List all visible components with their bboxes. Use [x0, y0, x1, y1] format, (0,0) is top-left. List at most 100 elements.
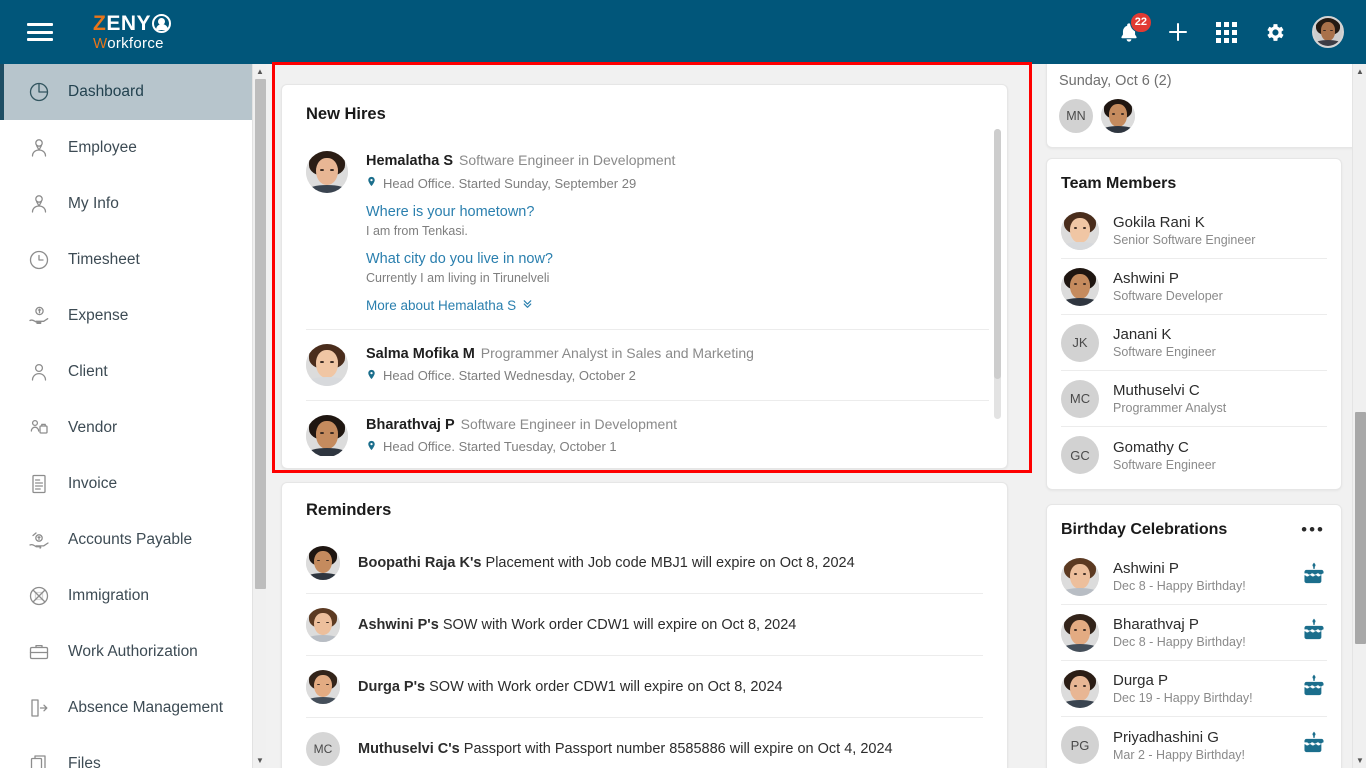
- presence-card: Sunday, Oct 6 (2) MN: [1046, 64, 1352, 148]
- new-hires-list: Hemalatha S Software Engineer in Developm…: [282, 137, 1007, 456]
- sidebar-item-dashboard[interactable]: Dashboard: [0, 64, 252, 120]
- team-member-name: Gokila Rani K: [1113, 214, 1205, 231]
- hamburger-menu-icon[interactable]: [27, 23, 53, 41]
- team-member-row[interactable]: MC Muthuselvi C Programmer Analyst: [1061, 371, 1327, 427]
- team-member-name: Ashwini P: [1113, 270, 1179, 287]
- sidebar-item-employee[interactable]: Employee: [0, 120, 252, 176]
- sidebar-item-label: Accounts Payable: [68, 531, 193, 548]
- top-header-bar: Z ENY Workforce 22: [0, 0, 1366, 64]
- sidebar-item-accounts-payable[interactable]: Accounts Payable: [0, 512, 252, 568]
- expense-hand-icon: [26, 303, 52, 329]
- more-options-icon[interactable]: •••: [1301, 521, 1325, 538]
- right-widgets-sidebar: Sunday, Oct 6 (2) MN Team Members Gokila…: [1036, 64, 1352, 768]
- birthday-avatar: [1061, 613, 1099, 652]
- new-hire-name[interactable]: Salma Mofika M: [366, 346, 475, 362]
- vendor-icon: [26, 415, 52, 441]
- files-icon: [26, 751, 52, 768]
- birthday-row[interactable]: PG Priyadhashini G Mar 2 - Happy Birthday!: [1061, 717, 1327, 768]
- new-hire-meta: Head Office. Started Wednesday, October …: [383, 368, 636, 383]
- sidebar-item-vendor[interactable]: Vendor: [0, 400, 252, 456]
- sidebar-item-absence-management[interactable]: Absence Management: [0, 680, 252, 736]
- team-member-avatar: JK: [1061, 323, 1099, 362]
- reminder-avatar: MC: [306, 731, 340, 766]
- new-hires-inner-scrollbar[interactable]: [994, 129, 1001, 419]
- team-member-avatar: [1061, 267, 1099, 306]
- team-member-row[interactable]: JK Janani K Software Engineer: [1061, 315, 1327, 371]
- team-member-row[interactable]: Ashwini P Software Developer: [1061, 259, 1327, 315]
- reminder-row[interactable]: MC Muthuselvi C's Passport with Passport …: [306, 718, 983, 768]
- pie-chart-icon: [26, 79, 52, 105]
- birthday-avatar: [1061, 557, 1099, 596]
- sidebar-item-label: Invoice: [68, 475, 118, 492]
- notifications-bell-icon[interactable]: 22: [1118, 11, 1152, 44]
- sidebar-item-immigration[interactable]: Immigration: [0, 568, 252, 624]
- sidebar-scroll-down-arrow[interactable]: ▼: [253, 753, 267, 768]
- add-plus-icon[interactable]: [1166, 20, 1190, 44]
- sidebar-item-label: My Info: [68, 195, 119, 212]
- presence-avatar-group: MN: [1047, 89, 1352, 147]
- birthday-row[interactable]: Bharathvaj P Dec 8 - Happy Birthday!: [1061, 605, 1327, 661]
- birthday-row[interactable]: Durga P Dec 19 - Happy Birthday!: [1061, 661, 1327, 717]
- reminder-detail: SOW with Work order CDW1 will expire on …: [442, 616, 797, 633]
- birthday-title: Birthday Celebrations: [1061, 521, 1228, 538]
- new-hire-meta: Head Office. Started Tuesday, October 1: [383, 439, 617, 454]
- presence-avatar[interactable]: [1101, 99, 1135, 133]
- new-hire-question[interactable]: What city do you live in now?: [366, 251, 989, 267]
- new-hire-row[interactable]: Bharathvaj P Software Engineer in Develop…: [306, 399, 989, 456]
- reminder-detail: Placement with Job code MBJ1 will expire…: [485, 554, 855, 571]
- sidebar-item-my-info[interactable]: My Info: [0, 176, 252, 232]
- main-navigation-sidebar[interactable]: Dashboard Employee My Info Timesheet Expense…: [0, 64, 252, 768]
- brand-letters-orkforce: orkforce: [107, 35, 164, 52]
- sidebar-item-client[interactable]: Client: [0, 344, 252, 400]
- new-hire-question[interactable]: Where is your hometown?: [366, 204, 989, 220]
- reminders-list: Boopathi Raja K's Placement with Job cod…: [282, 532, 1007, 768]
- right-scroll-up-arrow[interactable]: ▲: [1353, 64, 1366, 79]
- team-member-row[interactable]: Gokila Rani K Senior Software Engineer: [1061, 203, 1327, 259]
- sidebar-item-label: Work Authorization: [68, 643, 198, 660]
- team-members-title: Team Members: [1061, 175, 1177, 192]
- brand-name-primary: Z ENY: [93, 13, 172, 34]
- new-hire-avatar: [306, 151, 348, 193]
- my-info-icon: [26, 191, 52, 217]
- birthday-name: Bharathvaj P: [1113, 616, 1199, 633]
- sidebar-item-work-authorization[interactable]: Work Authorization: [0, 624, 252, 680]
- settings-gear-icon[interactable]: [1263, 21, 1286, 44]
- sidebar-scroll-up-arrow[interactable]: ▲: [253, 64, 267, 79]
- sidebar-scroll-thumb[interactable]: [255, 79, 266, 589]
- new-hire-name[interactable]: Bharathvaj P: [366, 417, 455, 433]
- new-hire-row[interactable]: Hemalatha S Software Engineer in Developm…: [306, 137, 989, 329]
- team-member-row[interactable]: GC Gomathy C Software Engineer: [1061, 427, 1327, 483]
- team-member-role: Programmer Analyst: [1113, 401, 1227, 415]
- sidebar-item-invoice[interactable]: Invoice: [0, 456, 252, 512]
- header-actions: 22: [1118, 11, 1344, 48]
- team-member-avatar: MC: [1061, 379, 1099, 418]
- sidebar-item-files[interactable]: Files: [0, 736, 252, 768]
- sidebar-scrollbar[interactable]: ▲ ▼: [252, 64, 266, 768]
- birthday-row[interactable]: Ashwini P Dec 8 - Happy Birthday!: [1061, 549, 1327, 605]
- birthday-cake-icon: [1301, 673, 1327, 704]
- sidebar-item-expense[interactable]: Expense: [0, 288, 252, 344]
- user-profile-avatar[interactable]: [1312, 16, 1344, 48]
- sidebar-item-timesheet[interactable]: Timesheet: [0, 232, 252, 288]
- new-hires-scroll-thumb[interactable]: [994, 129, 1001, 379]
- team-member-role: Senior Software Engineer: [1113, 233, 1256, 247]
- birthday-name: Ashwini P: [1113, 560, 1179, 577]
- reminder-detail: Passport with Passport number 8585886 wi…: [463, 740, 893, 757]
- brand-logo[interactable]: Z ENY Workforce: [93, 13, 172, 52]
- right-scroll-down-arrow[interactable]: ▼: [1353, 753, 1366, 768]
- reminder-row[interactable]: Boopathi Raja K's Placement with Job cod…: [306, 532, 983, 594]
- team-member-role: Software Developer: [1113, 289, 1223, 303]
- right-scroll-thumb[interactable]: [1355, 412, 1366, 644]
- new-hire-name[interactable]: Hemalatha S: [366, 153, 453, 169]
- sidebar-item-label: Employee: [68, 139, 137, 156]
- globe-plane-icon: [26, 583, 52, 609]
- more-about-link[interactable]: More about Hemalatha S: [366, 297, 534, 313]
- reminder-row[interactable]: Ashwini P's SOW with Work order CDW1 wil…: [306, 594, 983, 656]
- presence-avatar[interactable]: MN: [1059, 99, 1093, 133]
- reminder-row[interactable]: Durga P's SOW with Work order CDW1 will …: [306, 656, 983, 718]
- apps-grid-icon[interactable]: [1216, 21, 1237, 43]
- new-hire-row[interactable]: Salma Mofika M Programmer Analyst in Sale…: [306, 328, 989, 400]
- sidebar-item-label: Expense: [68, 307, 129, 324]
- right-sidebar-scrollbar[interactable]: ▲ ▼: [1352, 64, 1366, 768]
- brand-person-icon: [152, 14, 172, 33]
